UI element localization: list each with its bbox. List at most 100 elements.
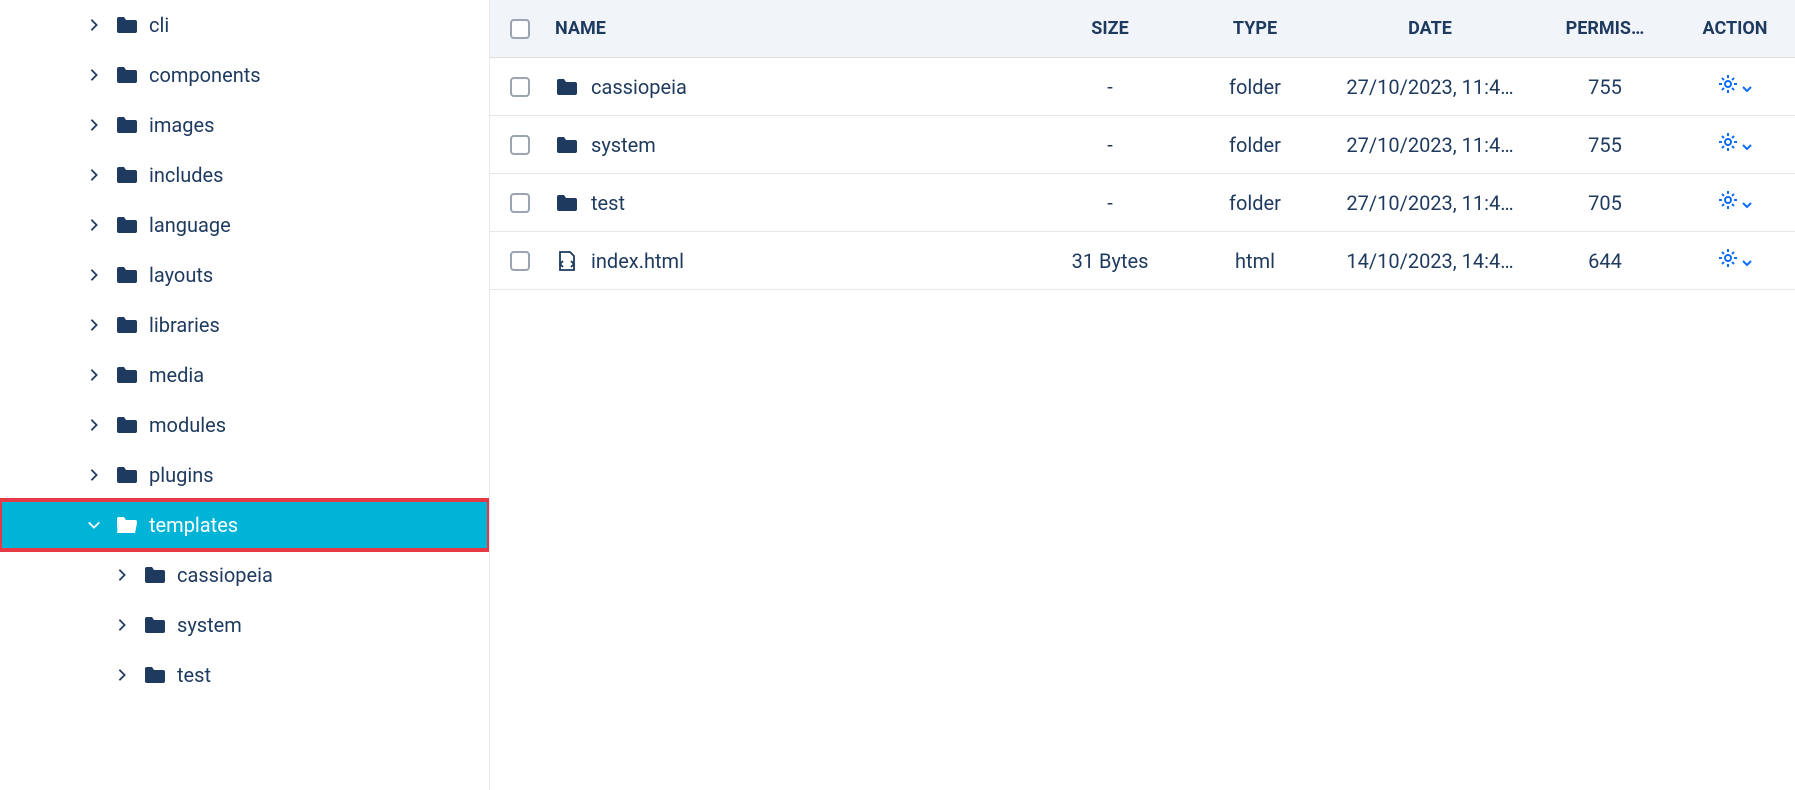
row-permissions: 705 xyxy=(1535,191,1675,215)
folder-icon xyxy=(115,265,139,285)
tree-item-images[interactable]: images xyxy=(0,100,489,150)
tree-item-label: cli xyxy=(149,13,169,37)
gear-icon[interactable] xyxy=(1718,132,1738,157)
tree-item-label: modules xyxy=(149,413,226,437)
chevron-right-icon xyxy=(85,216,103,234)
col-header-type[interactable]: TYPE xyxy=(1185,18,1325,39)
col-header-permissions[interactable]: PERMIS… xyxy=(1535,18,1675,39)
gear-icon[interactable] xyxy=(1718,74,1738,99)
row-permissions: 644 xyxy=(1535,249,1675,273)
tree-item-media[interactable]: media xyxy=(0,350,489,400)
tree-item-label: libraries xyxy=(149,313,220,337)
folder-icon xyxy=(115,65,139,85)
table-row[interactable]: index.html 31 Bytes html 14/10/2023, 14:… xyxy=(490,232,1795,290)
row-date: 27/10/2023, 11:4… xyxy=(1325,75,1535,99)
chevron-down-icon[interactable] xyxy=(1742,133,1752,157)
folder-icon xyxy=(115,315,139,335)
tree-item-includes[interactable]: includes xyxy=(0,150,489,200)
row-name: cassiopeia xyxy=(591,75,687,99)
chevron-right-icon xyxy=(85,316,103,334)
col-header-size[interactable]: SIZE xyxy=(1035,18,1185,39)
table-row[interactable]: test - folder 27/10/2023, 11:4… 705 xyxy=(490,174,1795,232)
file-table: NAME SIZE TYPE DATE PERMIS… ACTION cassi… xyxy=(490,0,1795,790)
folder-icon xyxy=(555,193,579,213)
folder-icon xyxy=(115,465,139,485)
folder-icon xyxy=(115,15,139,35)
chevron-down-icon xyxy=(85,516,103,534)
folder-icon xyxy=(555,77,579,97)
row-size: 31 Bytes xyxy=(1035,249,1185,273)
row-checkbox[interactable] xyxy=(510,135,530,155)
chevron-right-icon xyxy=(85,16,103,34)
row-name: test xyxy=(591,191,625,215)
row-date: 27/10/2023, 11:4… xyxy=(1325,133,1535,157)
select-all-checkbox[interactable] xyxy=(510,19,530,39)
tree-item-label: includes xyxy=(149,163,223,187)
row-size: - xyxy=(1035,133,1185,157)
row-checkbox[interactable] xyxy=(510,77,530,97)
row-type: folder xyxy=(1185,191,1325,215)
tree-item-label: images xyxy=(149,113,214,137)
folder-open-icon xyxy=(115,515,139,535)
chevron-right-icon xyxy=(85,166,103,184)
row-type: html xyxy=(1185,249,1325,273)
tree-item-cli[interactable]: cli xyxy=(0,0,489,50)
chevron-down-icon[interactable] xyxy=(1742,249,1752,273)
row-size: - xyxy=(1035,75,1185,99)
row-size: - xyxy=(1035,191,1185,215)
folder-icon xyxy=(143,565,167,585)
chevron-right-icon xyxy=(85,466,103,484)
tree-item-libraries[interactable]: libraries xyxy=(0,300,489,350)
folder-tree-sidebar: cli components images includes language … xyxy=(0,0,490,790)
tree-item-plugins[interactable]: plugins xyxy=(0,450,489,500)
tree-item-label: cassiopeia xyxy=(177,563,273,587)
row-permissions: 755 xyxy=(1535,75,1675,99)
row-date: 27/10/2023, 11:4… xyxy=(1325,191,1535,215)
tree-item-label: system xyxy=(177,613,242,637)
chevron-right-icon xyxy=(85,366,103,384)
row-type: folder xyxy=(1185,75,1325,99)
chevron-right-icon xyxy=(85,416,103,434)
row-name: system xyxy=(591,133,656,157)
tree-item-cassiopeia[interactable]: cassiopeia xyxy=(0,550,489,600)
table-row[interactable]: cassiopeia - folder 27/10/2023, 11:4… 75… xyxy=(490,58,1795,116)
row-checkbox[interactable] xyxy=(510,193,530,213)
row-checkbox[interactable] xyxy=(510,251,530,271)
table-row[interactable]: system - folder 27/10/2023, 11:4… 755 xyxy=(490,116,1795,174)
tree-item-label: plugins xyxy=(149,463,214,487)
row-type: folder xyxy=(1185,133,1325,157)
chevron-right-icon xyxy=(113,566,131,584)
tree-item-label: media xyxy=(149,363,204,387)
chevron-right-icon xyxy=(113,666,131,684)
chevron-down-icon[interactable] xyxy=(1742,191,1752,215)
row-permissions: 755 xyxy=(1535,133,1675,157)
html-file-icon xyxy=(555,251,579,271)
chevron-down-icon[interactable] xyxy=(1742,75,1752,99)
folder-icon xyxy=(115,215,139,235)
tree-item-system[interactable]: system xyxy=(0,600,489,650)
tree-item-test[interactable]: test xyxy=(0,650,489,700)
col-header-name[interactable]: NAME xyxy=(555,18,1035,39)
chevron-right-icon xyxy=(85,66,103,84)
folder-icon xyxy=(115,165,139,185)
row-date: 14/10/2023, 14:4… xyxy=(1325,249,1535,273)
table-header-row: NAME SIZE TYPE DATE PERMIS… ACTION xyxy=(490,0,1795,58)
folder-icon xyxy=(115,415,139,435)
folder-icon xyxy=(143,615,167,635)
row-name: index.html xyxy=(591,249,684,273)
tree-item-layouts[interactable]: layouts xyxy=(0,250,489,300)
tree-item-label: layouts xyxy=(149,263,213,287)
col-header-action: ACTION xyxy=(1675,18,1795,39)
tree-item-label: templates xyxy=(149,513,238,537)
tree-item-language[interactable]: language xyxy=(0,200,489,250)
tree-item-templates[interactable]: templates xyxy=(0,500,489,550)
tree-item-label: language xyxy=(149,213,231,237)
folder-icon xyxy=(115,115,139,135)
col-header-date[interactable]: DATE xyxy=(1325,18,1535,39)
folder-icon xyxy=(555,135,579,155)
gear-icon[interactable] xyxy=(1718,190,1738,215)
tree-item-components[interactable]: components xyxy=(0,50,489,100)
gear-icon[interactable] xyxy=(1718,248,1738,273)
chevron-right-icon xyxy=(85,266,103,284)
tree-item-modules[interactable]: modules xyxy=(0,400,489,450)
